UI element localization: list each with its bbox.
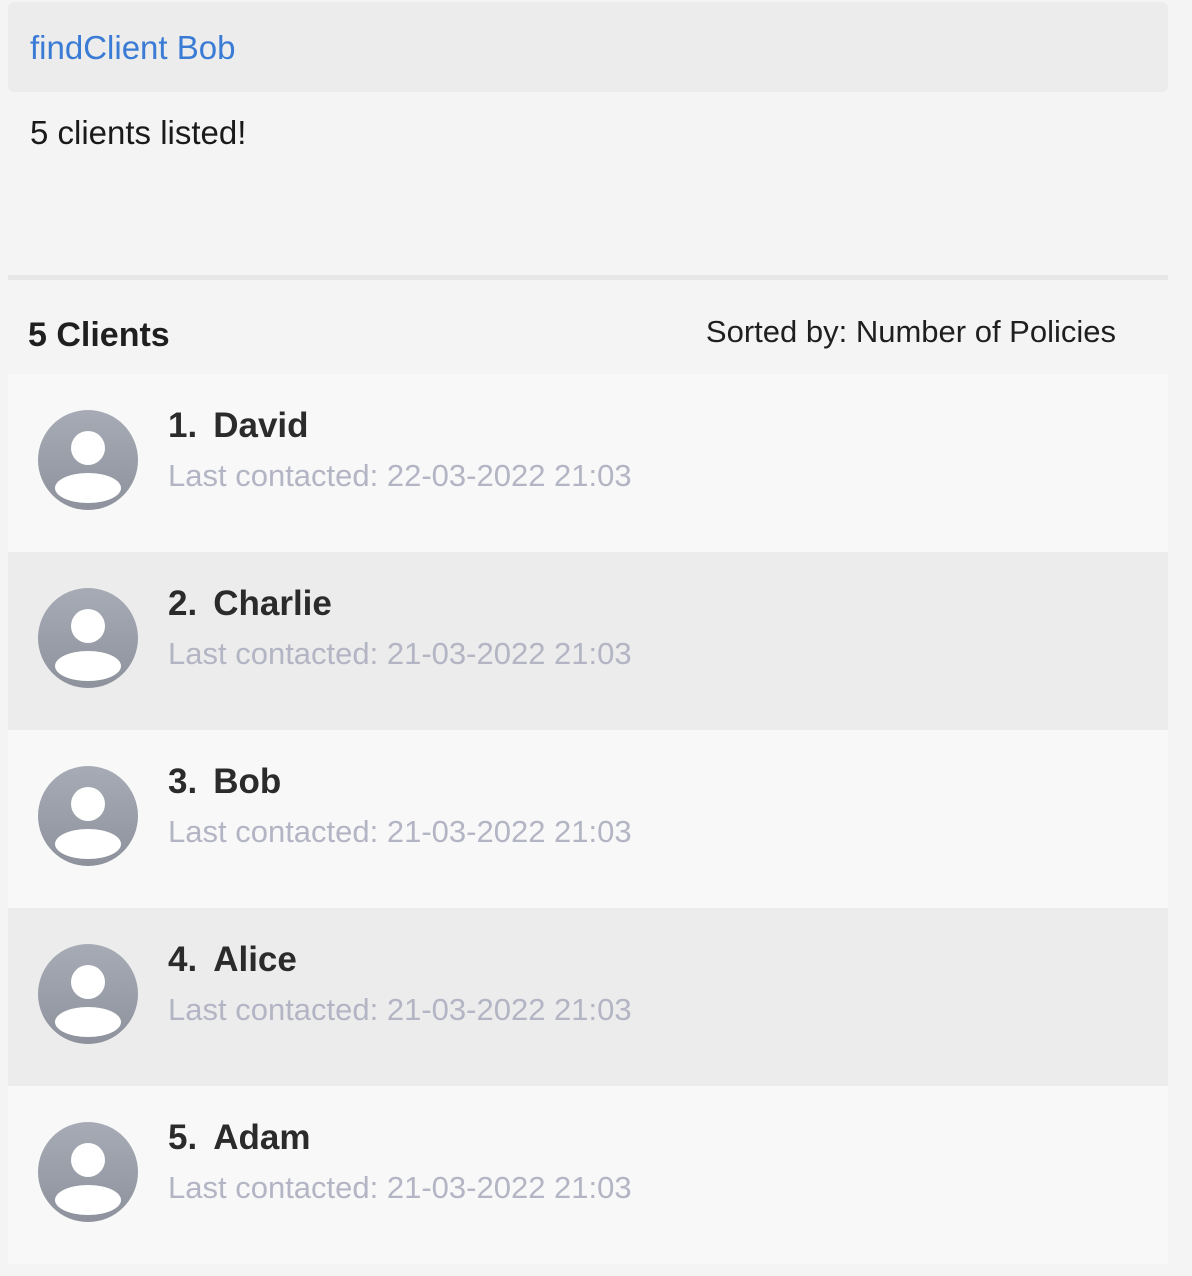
client-list[interactable]: 1. David Last contacted: 22-03-2022 21:03… — [8, 374, 1168, 1264]
client-index: 3. — [168, 762, 198, 801]
client-card[interactable]: 1. David Last contacted: 22-03-2022 21:03 — [8, 374, 1168, 552]
user-avatar-icon — [38, 588, 138, 688]
client-name-row: 2. Charlie — [168, 584, 332, 624]
avatar-body — [55, 473, 121, 503]
command-input[interactable] — [30, 28, 1130, 68]
client-card[interactable]: 5. Adam Last contacted: 21-03-2022 21:03 — [8, 1086, 1168, 1264]
last-contacted: Last contacted: 21-03-2022 21:03 — [168, 636, 632, 671]
client-name: David — [213, 406, 309, 445]
divider[interactable] — [8, 275, 1168, 280]
last-contacted: Last contacted: 21-03-2022 21:03 — [168, 814, 632, 849]
client-card[interactable]: 4. Alice Last contacted: 21-03-2022 21:03 — [8, 908, 1168, 1086]
client-name: Charlie — [213, 584, 332, 623]
client-card[interactable]: 2. Charlie Last contacted: 21-03-2022 21:… — [8, 552, 1168, 730]
user-avatar-icon — [38, 944, 138, 1044]
user-avatar-icon — [38, 766, 138, 866]
client-index: 2. — [168, 584, 198, 623]
client-index: 1. — [168, 406, 198, 445]
client-name: Alice — [213, 940, 297, 979]
avatar-head — [71, 1143, 105, 1177]
client-name: Bob — [213, 762, 282, 801]
client-card[interactable]: 3. Bob Last contacted: 21-03-2022 21:03 — [8, 730, 1168, 908]
avatar-head — [71, 609, 105, 643]
client-index: 5. — [168, 1118, 198, 1157]
sort-label: Sorted by: Number of Policies — [705, 314, 1116, 349]
user-avatar-icon — [38, 410, 138, 510]
client-name: Adam — [213, 1118, 311, 1157]
client-count-label: 5 Clients — [28, 316, 170, 354]
last-contacted: Last contacted: 22-03-2022 21:03 — [168, 458, 632, 493]
result-message: 5 clients listed! — [30, 114, 247, 151]
user-avatar-icon — [38, 1122, 138, 1222]
avatar-body — [55, 1185, 121, 1215]
client-name-row: 1. David — [168, 406, 309, 446]
result-display: 5 clients listed! — [8, 92, 1168, 274]
last-contacted: Last contacted: 21-03-2022 21:03 — [168, 1170, 632, 1205]
client-name-row: 4. Alice — [168, 940, 297, 980]
avatar-head — [71, 965, 105, 999]
command-box[interactable] — [8, 2, 1168, 92]
avatar-body — [55, 651, 121, 681]
avatar-head — [71, 787, 105, 821]
client-index: 4. — [168, 940, 198, 979]
avatar-body — [55, 1007, 121, 1037]
client-name-row: 5. Adam — [168, 1118, 310, 1158]
client-list-header: 5 Clients Sorted by: Number of Policies — [8, 292, 1168, 374]
last-contacted: Last contacted: 21-03-2022 21:03 — [168, 992, 632, 1027]
avatar-body — [55, 829, 121, 859]
avatar-head — [71, 431, 105, 465]
client-name-row: 3. Bob — [168, 762, 281, 802]
